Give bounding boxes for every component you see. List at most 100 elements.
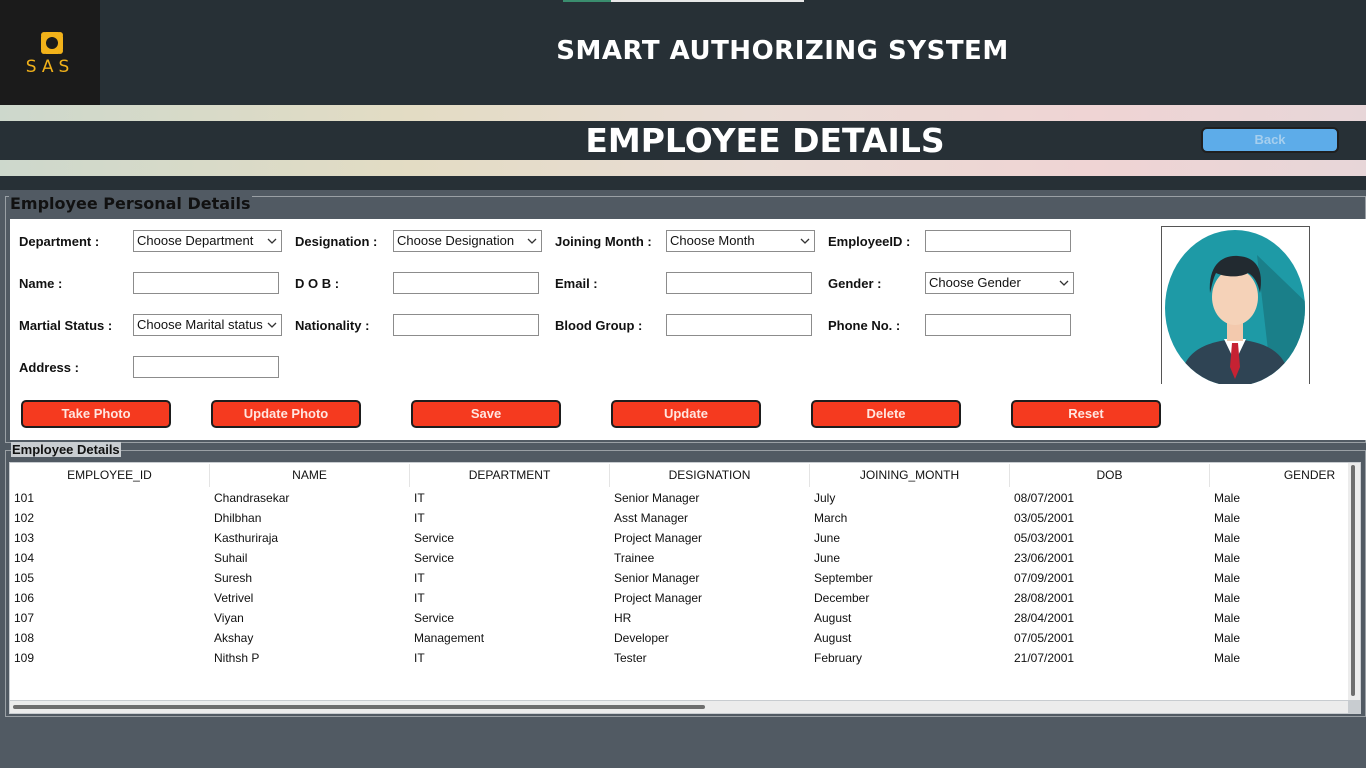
table-cell: 07/09/2001	[1014, 571, 1075, 585]
take-photo-button[interactable]: Take Photo	[21, 400, 171, 428]
address-field[interactable]	[133, 356, 279, 378]
page-title: EMPLOYEE DETAILS	[585, 121, 945, 160]
table-cell: 109	[14, 651, 35, 665]
column-header[interactable]: GENDER	[1210, 464, 1348, 487]
gender-select-value: Choose Gender	[929, 275, 1021, 290]
delete-button[interactable]: Delete	[811, 400, 961, 428]
employee-details-legend: Employee Details	[11, 442, 121, 457]
table-cell: 05/03/2001	[1014, 531, 1075, 545]
marital-status-label: Martial Status :	[19, 318, 113, 333]
table-cell: 104	[14, 551, 35, 565]
column-header[interactable]: DOB	[1010, 464, 1210, 487]
employee-id-field[interactable]	[925, 230, 1071, 252]
logo-text: SAS	[25, 57, 75, 77]
table-cell: Service	[414, 551, 455, 565]
department-select-value: Choose Department	[137, 233, 254, 248]
vertical-scrollbar-thumb[interactable]	[1351, 465, 1355, 696]
table-cell: Male	[1214, 591, 1241, 605]
back-button[interactable]: Back	[1201, 127, 1339, 153]
table-cell: 103	[14, 531, 35, 545]
table-cell: Project Manager	[614, 531, 703, 545]
user-avatar-icon	[1165, 230, 1305, 384]
name-field[interactable]	[133, 272, 279, 294]
name-label: Name :	[19, 276, 63, 291]
table-cell: Viyan	[214, 611, 244, 625]
update-photo-button[interactable]: Update Photo	[211, 400, 361, 428]
column-header[interactable]: DESIGNATION	[610, 464, 810, 487]
table-cell: Senior Manager	[614, 491, 700, 505]
table-cell: Asst Manager	[614, 511, 689, 525]
decorative-strip	[0, 105, 1366, 121]
column-header[interactable]: DEPARTMENT	[410, 464, 610, 487]
employee-id-label: EmployeeID :	[828, 234, 911, 249]
update-button[interactable]: Update	[611, 400, 761, 428]
marital-status-select-value: Choose Marital status	[137, 317, 263, 332]
designation-label: Designation :	[295, 234, 378, 249]
column-header[interactable]: JOINING_MONTH	[810, 464, 1010, 487]
employee-photo	[1161, 226, 1310, 384]
table-cell: Male	[1214, 491, 1241, 505]
table-cell: 21/07/2001	[1014, 651, 1075, 665]
gender-select[interactable]: Choose Gender	[925, 272, 1074, 294]
table-cell: Nithsh P	[214, 651, 260, 665]
table-cell: December	[814, 591, 870, 605]
column-header[interactable]: EMPLOYEE_ID	[10, 464, 210, 487]
table-cell: 08/07/2001	[1014, 491, 1075, 505]
address-label: Address :	[19, 360, 79, 375]
logo: SAS	[0, 0, 100, 105]
joining-month-select-value: Choose Month	[670, 233, 755, 248]
table-cell: Male	[1214, 551, 1241, 565]
chevron-down-icon	[1059, 280, 1069, 286]
table-cell: HR	[614, 611, 632, 625]
table-cell: Male	[1214, 531, 1241, 545]
decorative-strip	[0, 160, 1366, 176]
table-cell: Male	[1214, 611, 1241, 625]
phone-label: Phone No. :	[828, 318, 901, 333]
table-cell: Developer	[614, 631, 669, 645]
employee-table[interactable]: EMPLOYEE_ID NAME DEPARTMENT DESIGNATION JOIN…	[10, 463, 1348, 700]
table-cell: 107	[14, 611, 35, 625]
save-button[interactable]: Save	[411, 400, 561, 428]
designation-select[interactable]: Choose Designation	[393, 230, 542, 252]
marital-status-select[interactable]: Choose Marital status	[133, 314, 282, 336]
table-cell: IT	[414, 591, 425, 605]
table-cell: 07/05/2001	[1014, 631, 1075, 645]
table-cell: Project Manager	[614, 591, 703, 605]
table-cell: September	[814, 571, 873, 585]
table-cell: 03/05/2001	[1014, 511, 1075, 525]
gender-label: Gender :	[828, 276, 882, 291]
joining-month-label: Joining Month :	[555, 234, 652, 249]
table-cell: 106	[14, 591, 35, 605]
personal-details-legend: Employee Personal Details	[9, 194, 252, 213]
table-cell: August	[814, 631, 852, 645]
department-select[interactable]: Choose Department	[133, 230, 282, 252]
phone-field[interactable]	[925, 314, 1071, 336]
table-cell: IT	[414, 651, 425, 665]
email-field[interactable]	[666, 272, 812, 294]
nationality-field[interactable]	[393, 314, 539, 336]
table-cell: March	[814, 511, 848, 525]
blood-group-field[interactable]	[666, 314, 812, 336]
joining-month-select[interactable]: Choose Month	[666, 230, 815, 252]
table-cell: IT	[414, 491, 425, 505]
reset-button[interactable]: Reset	[1011, 400, 1161, 428]
dob-field[interactable]	[393, 272, 539, 294]
horizontal-scrollbar-thumb[interactable]	[13, 705, 705, 709]
top-accent-line-green	[563, 0, 611, 2]
table-cell: Tester	[614, 651, 647, 665]
table-cell: February	[814, 651, 863, 665]
table-cell: IT	[414, 511, 425, 525]
table-cell: Management	[414, 631, 485, 645]
table-cell: Trainee	[614, 551, 655, 565]
email-label: Email :	[555, 276, 598, 291]
logo-icon	[41, 32, 63, 54]
column-header[interactable]: NAME	[210, 464, 410, 487]
table-cell: Male	[1214, 571, 1241, 585]
table-cell: June	[814, 551, 841, 565]
app-title: SMART AUTHORIZING SYSTEM	[556, 36, 1009, 66]
table-cell: IT	[414, 571, 425, 585]
dob-label: D O B :	[295, 276, 340, 291]
table-cell: 105	[14, 571, 35, 585]
table-cell: Dhilbhan	[214, 511, 262, 525]
table-cell: Akshay	[214, 631, 254, 645]
